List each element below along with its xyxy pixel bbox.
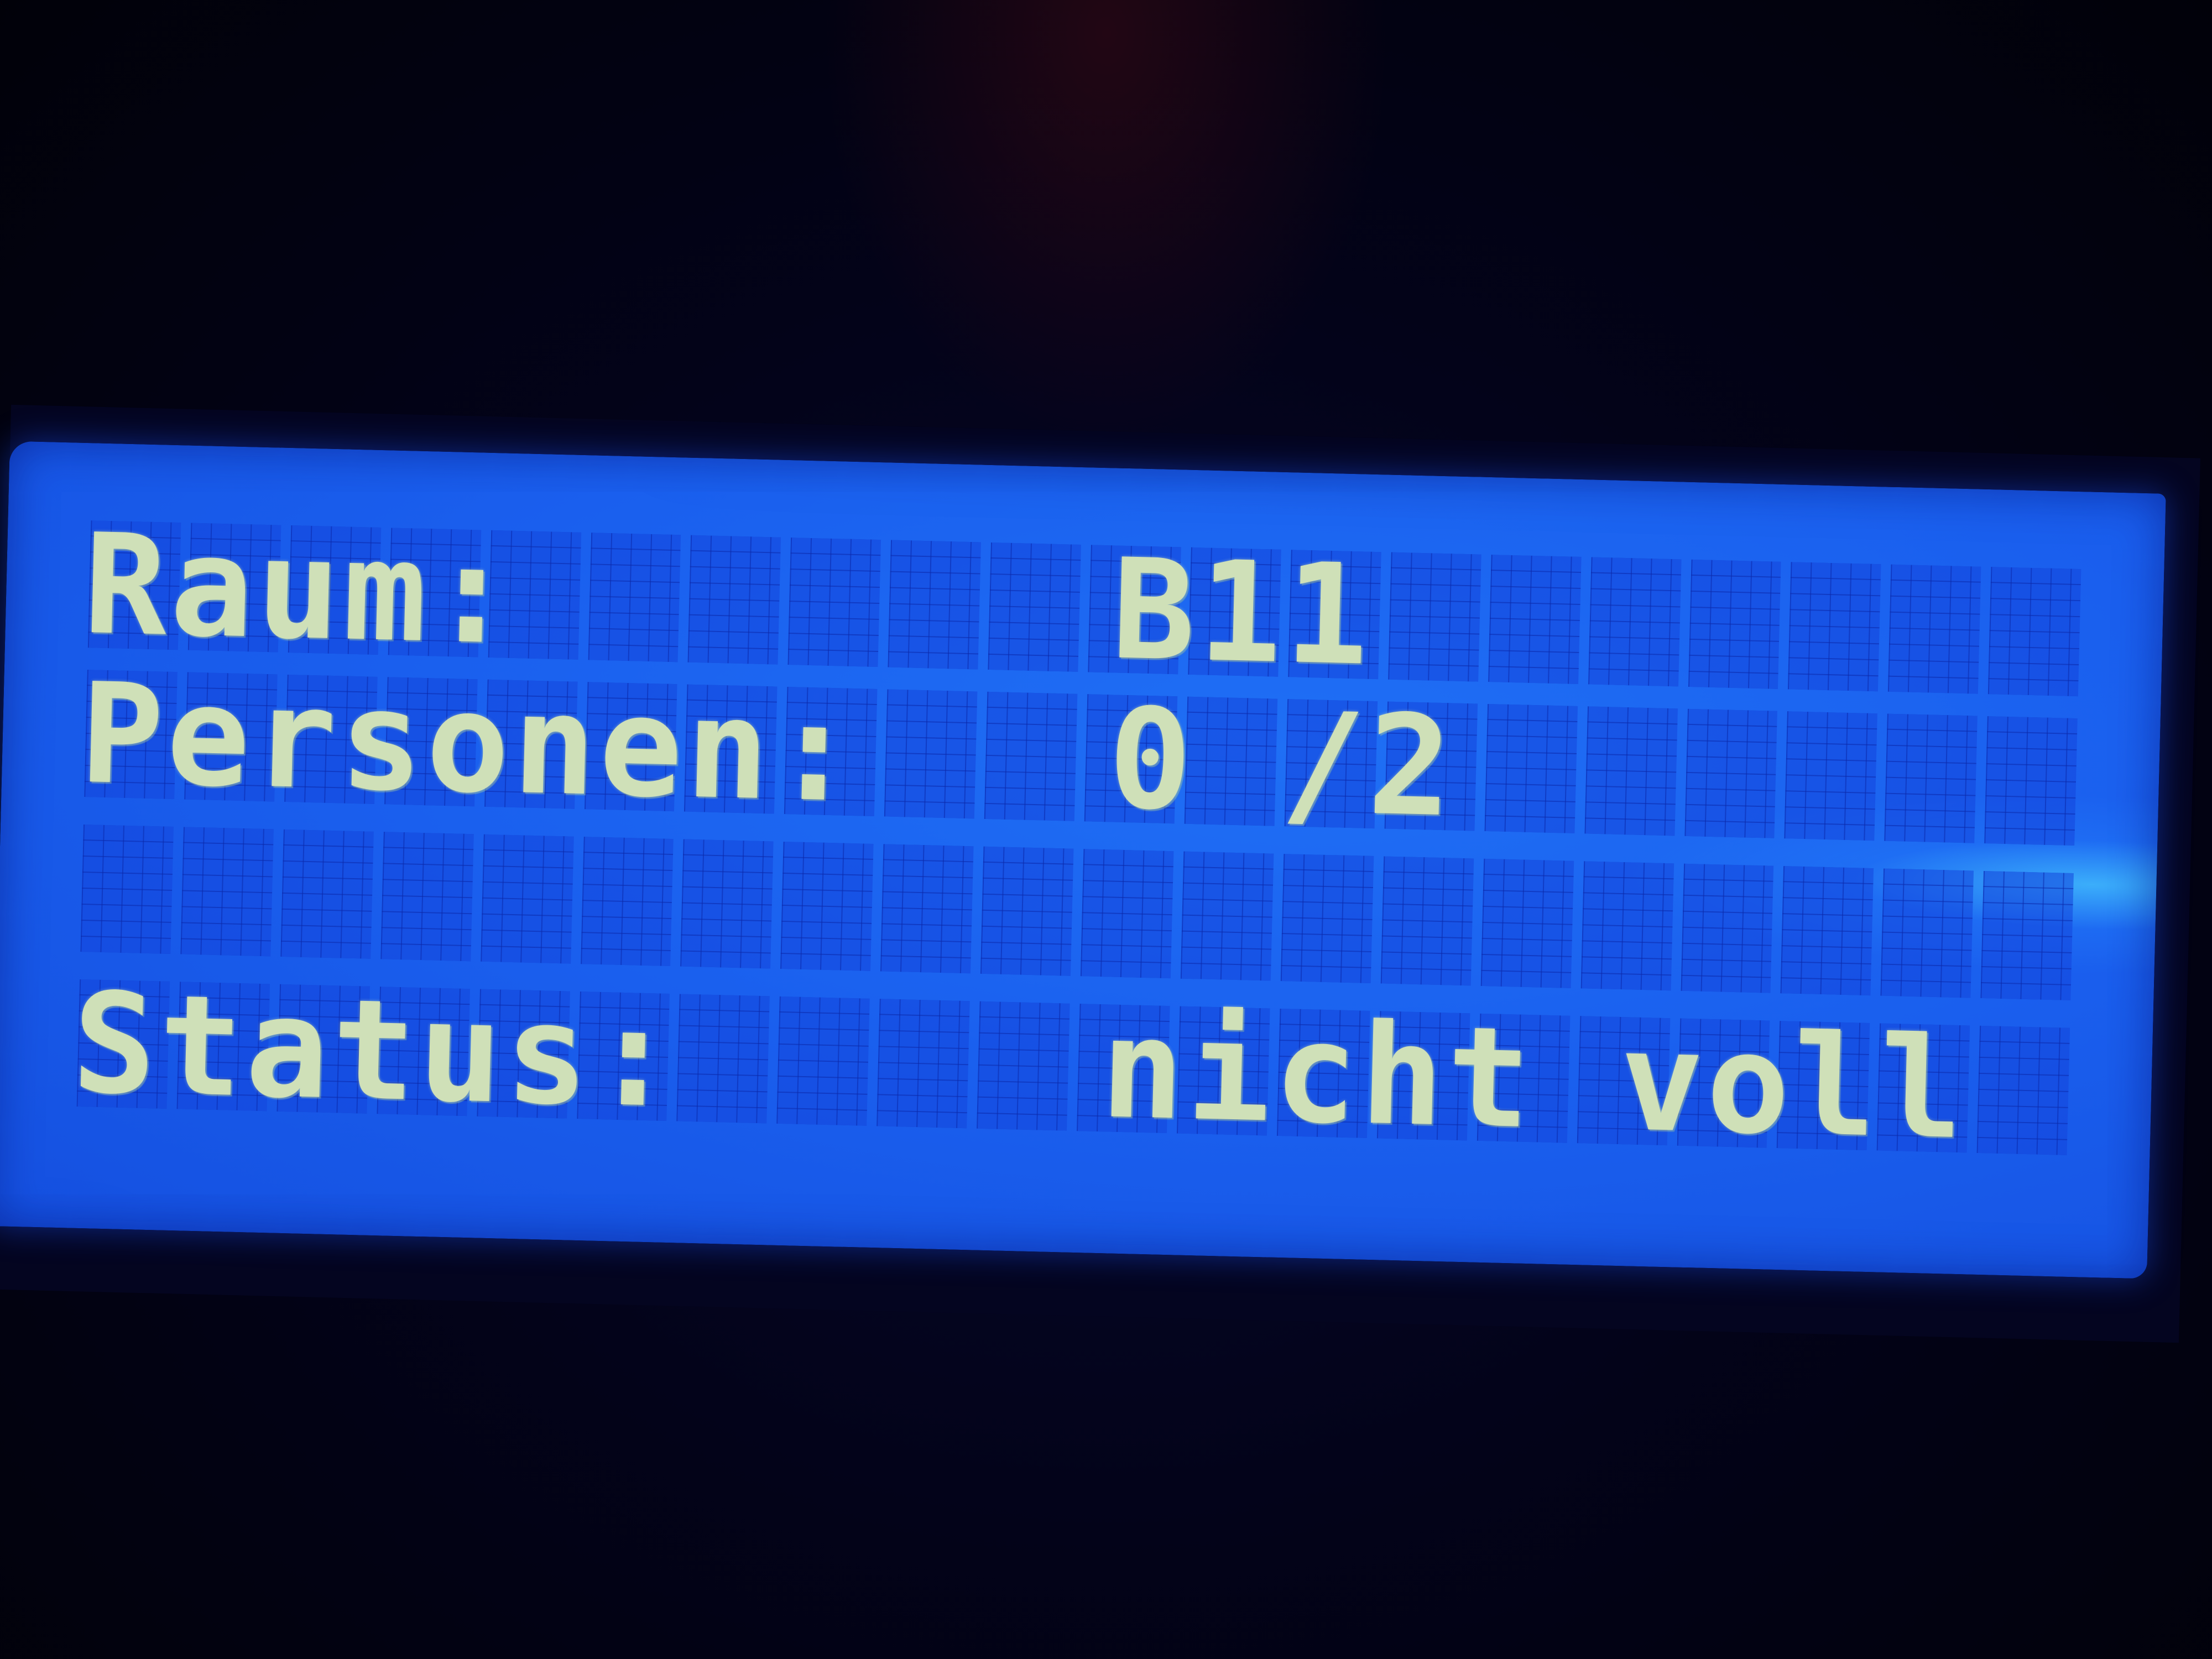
status-label: Status:	[70, 962, 681, 1138]
photo-scene: Raum: B11 Personen: 0 /2 Status: nicht v…	[0, 0, 2212, 1659]
persons-value: 0 /2	[1106, 677, 1457, 848]
empty-label	[76, 888, 1104, 913]
lcd-panel: Raum: B11 Personen: 0 /2 Status: nicht v…	[0, 441, 2166, 1279]
room-value: B11	[1110, 528, 1374, 696]
status-value: nicht voll	[1099, 987, 1969, 1170]
persons-label: Personen:	[78, 653, 861, 833]
lcd-row-status: Status: nicht voll	[71, 962, 2086, 1170]
